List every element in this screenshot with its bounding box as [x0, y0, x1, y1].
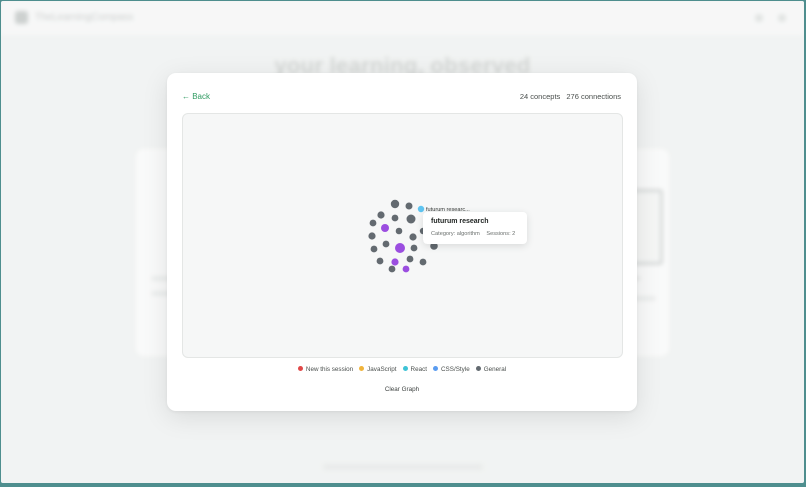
legend-dot-icon	[475, 366, 481, 371]
legend-item: New this session	[297, 366, 354, 373]
concept-node[interactable]	[406, 214, 416, 224]
concept-node[interactable]	[388, 265, 396, 273]
concept-node[interactable]	[370, 245, 378, 253]
concept-node[interactable]	[406, 255, 414, 263]
tooltip-category: Category: algorithm	[431, 231, 480, 237]
back-button[interactable]: ← Back	[182, 92, 210, 101]
concept-node[interactable]	[410, 244, 418, 252]
graph-legend: New this session JavaScript React CSS/Style…	[167, 366, 637, 373]
legend-item: React	[402, 366, 427, 373]
concept-graph[interactable]: futurum researc... futurum research Cate…	[182, 113, 623, 358]
concept-node[interactable]	[391, 258, 399, 266]
concept-node[interactable]	[369, 219, 377, 227]
legend-dot-icon	[297, 366, 303, 371]
node-tooltip: futurum research Category: algorithm Ses…	[423, 212, 527, 244]
concept-node[interactable]	[382, 240, 390, 248]
legend-dot-icon	[402, 366, 408, 371]
concept-node[interactable]	[381, 224, 389, 232]
tooltip-meta: Category: algorithm Sessions: 2	[431, 231, 520, 237]
legend-label: General	[483, 366, 507, 373]
tooltip-sessions: Sessions: 2	[486, 231, 516, 237]
concept-node[interactable]	[402, 265, 410, 273]
legend-item: General	[475, 366, 507, 373]
connection-count: 276 connections	[566, 92, 621, 101]
legend-label: New this session	[305, 366, 354, 373]
concept-node[interactable]	[377, 211, 385, 219]
legend-dot-icon	[359, 366, 365, 371]
concept-node[interactable]	[390, 199, 400, 209]
concept-node[interactable]	[376, 257, 384, 265]
tooltip-title: futurum research	[431, 218, 489, 225]
concept-count: 24 concepts	[519, 92, 561, 101]
concept-node[interactable]	[395, 243, 405, 253]
clear-graph-button[interactable]: Clear Graph	[372, 385, 432, 394]
legend-dot-icon	[433, 366, 438, 371]
concept-node[interactable]	[409, 233, 417, 241]
concept-node[interactable]	[417, 205, 425, 213]
concept-node[interactable]	[391, 214, 399, 222]
legend-label: React	[410, 366, 427, 373]
concept-graph-modal: ← Back 24 concepts 276 connections futur…	[167, 73, 637, 411]
legend-item: CSS/Style	[433, 366, 470, 373]
app-window: TheLearningCompass your learning, observ…	[1, 1, 804, 483]
graph-canvas[interactable]	[183, 114, 622, 357]
graph-stats: 24 concepts 276 connections	[516, 92, 621, 101]
concept-node[interactable]	[405, 202, 413, 210]
concept-node[interactable]	[419, 258, 427, 266]
concept-node[interactable]	[368, 232, 376, 240]
legend-label: CSS/Style	[441, 366, 470, 373]
concept-node[interactable]	[395, 227, 403, 235]
legend-item: JavaScript	[359, 366, 397, 373]
legend-label: JavaScript	[367, 366, 397, 373]
